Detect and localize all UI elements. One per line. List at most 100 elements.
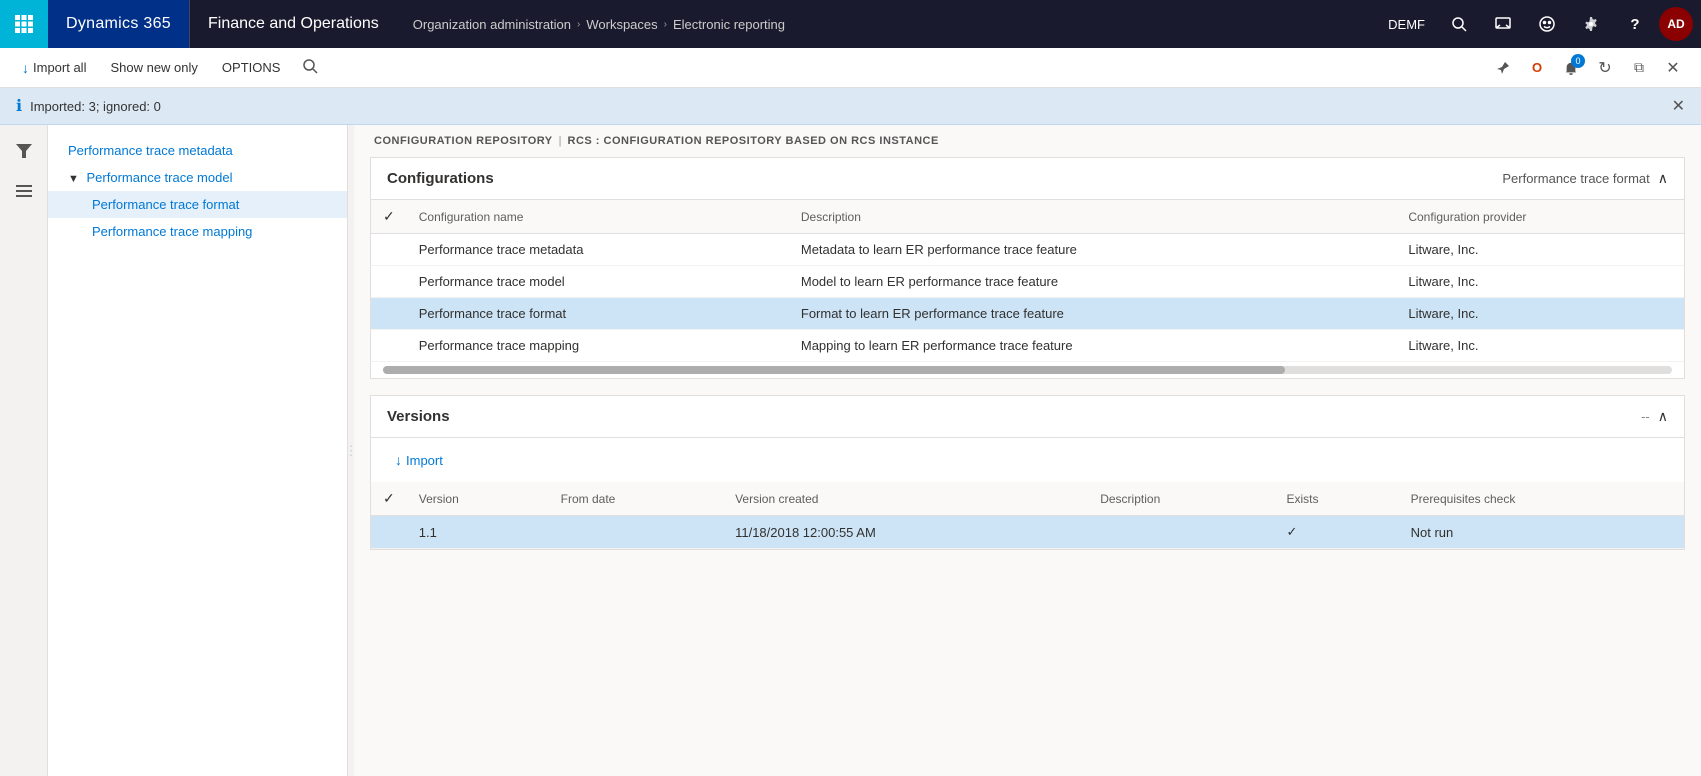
pin-icon[interactable]: [1487, 52, 1519, 84]
col-header-description[interactable]: Description: [789, 200, 1396, 234]
grid-icon[interactable]: [0, 0, 48, 48]
info-close-button[interactable]: ✕: [1672, 96, 1685, 116]
crumb-config-repo: CONFIGURATION REPOSITORY: [374, 135, 553, 147]
ver-col-header-prereq[interactable]: Prerequisites check: [1399, 482, 1684, 516]
horizontal-scrollbar[interactable]: [371, 362, 1684, 378]
row-check: [371, 330, 407, 362]
row-name: Performance trace format: [407, 298, 789, 330]
env-label: DEMF: [1378, 17, 1435, 32]
info-icon: ℹ: [16, 96, 22, 116]
ver-col-header-exists[interactable]: Exists: [1274, 482, 1398, 516]
left-icon-bar: [0, 125, 48, 776]
ver-row-from-date: [549, 516, 723, 549]
versions-card: Versions -- ∧ ↓ Import ✓ Version From da: [370, 395, 1685, 550]
options-button[interactable]: OPTIONS: [212, 56, 291, 79]
versions-card-title: Versions: [387, 408, 1641, 425]
versions-header-actions: -- ∧: [1641, 408, 1668, 425]
row-name: Performance trace metadata: [407, 234, 789, 266]
help-icon[interactable]: ?: [1615, 4, 1655, 44]
versions-dash: --: [1641, 409, 1650, 424]
table-row[interactable]: Performance trace format Format to learn…: [371, 298, 1684, 330]
ver-col-header-version[interactable]: Version: [407, 482, 549, 516]
tree-item-perf-trace-mapping[interactable]: Performance trace mapping: [48, 218, 347, 245]
breadcrumb: Organization administration › Workspaces…: [397, 17, 1378, 32]
tree-item-perf-trace-metadata[interactable]: Performance trace metadata: [48, 137, 347, 164]
tree-expand-icon: ▼: [68, 173, 79, 185]
row-check: [371, 266, 407, 298]
versions-toolbar: ↓ Import: [371, 438, 1684, 482]
tree-item-label: Performance trace model: [87, 170, 233, 185]
table-row[interactable]: Performance trace mapping Mapping to lea…: [371, 330, 1684, 362]
nav-right: DEMF ? AD: [1378, 4, 1701, 44]
show-new-only-button[interactable]: Show new only: [100, 56, 207, 79]
row-provider: Litware, Inc.: [1396, 330, 1684, 362]
versions-table: ✓ Version From date Version created Desc…: [371, 482, 1684, 549]
notification-bell[interactable]: 0: [1555, 52, 1587, 84]
window-icon[interactable]: ⧉: [1623, 52, 1655, 84]
row-name: Performance trace model: [407, 266, 789, 298]
ver-col-header-from-date[interactable]: From date: [549, 482, 723, 516]
ver-row-version-created: 11/18/2018 12:00:55 AM: [723, 516, 1088, 549]
row-description: Metadata to learn ER performance trace f…: [789, 234, 1396, 266]
search-icon[interactable]: [1439, 4, 1479, 44]
breadcrumb-workspaces[interactable]: Workspaces: [586, 17, 657, 32]
message-icon[interactable]: [1483, 4, 1523, 44]
ver-col-header-description[interactable]: Description: [1088, 482, 1274, 516]
action-right-icons: O 0 ↻ ⧉ ✕: [1487, 52, 1689, 84]
tree-item-label: Performance trace metadata: [68, 143, 233, 158]
tree-item-perf-trace-format[interactable]: Performance trace format: [48, 191, 347, 218]
table-row[interactable]: Performance trace metadata Metadata to l…: [371, 234, 1684, 266]
settings-icon[interactable]: [1571, 4, 1611, 44]
top-nav: Dynamics 365 Finance and Operations Orga…: [0, 0, 1701, 48]
close-icon[interactable]: ✕: [1657, 52, 1689, 84]
office-icon[interactable]: O: [1521, 52, 1553, 84]
configurations-collapse-button[interactable]: ∧: [1658, 170, 1668, 187]
content-breadcrumb: CONFIGURATION REPOSITORY | RCS : CONFIGU…: [354, 125, 1701, 157]
col-header-provider[interactable]: Configuration provider: [1396, 200, 1684, 234]
options-label: OPTIONS: [222, 60, 281, 75]
row-description: Format to learn ER performance trace fea…: [789, 298, 1396, 330]
breadcrumb-electronic-reporting[interactable]: Electronic reporting: [673, 17, 785, 32]
import-button[interactable]: ↓ Import: [387, 448, 451, 472]
info-banner: ℹ Imported: 3; ignored: 0 ✕: [0, 88, 1701, 125]
configurations-table-scroll: ✓ Configuration name Description Configu…: [371, 200, 1684, 378]
table-row[interactable]: 1.1 11/18/2018 12:00:55 AM ✓ Not run: [371, 516, 1684, 549]
configurations-selected-label: Performance trace format: [1502, 171, 1649, 186]
refresh-icon[interactable]: ↻: [1589, 52, 1621, 84]
versions-collapse-button[interactable]: ∧: [1658, 408, 1668, 425]
face-icon[interactable]: [1527, 4, 1567, 44]
show-new-only-label: Show new only: [110, 60, 197, 75]
import-all-icon: ↓: [22, 60, 29, 76]
ver-row-check: [371, 516, 407, 549]
app-name: Dynamics 365: [48, 0, 189, 48]
versions-card-header: Versions -- ∧: [371, 396, 1684, 438]
ver-col-header-check: ✓: [371, 482, 407, 516]
breadcrumb-chevron-2: ›: [664, 19, 667, 30]
hamburger-icon[interactable]: [6, 173, 42, 209]
configurations-card: Configurations Performance trace format …: [370, 157, 1685, 379]
table-row[interactable]: Performance trace model Model to learn E…: [371, 266, 1684, 298]
action-search-wrap: [302, 58, 318, 77]
row-check: [371, 298, 407, 330]
import-all-label: Import all: [33, 60, 86, 75]
crumb-sep: |: [559, 135, 562, 147]
ver-col-header-version-created[interactable]: Version created: [723, 482, 1088, 516]
info-message: Imported: 3; ignored: 0: [30, 99, 161, 114]
ver-row-description: [1088, 516, 1274, 549]
ver-row-version: 1.1: [407, 516, 549, 549]
import-icon: ↓: [395, 452, 402, 468]
crumb-rcs: RCS : CONFIGURATION REPOSITORY BASED ON …: [568, 135, 939, 147]
breadcrumb-org[interactable]: Organization administration: [413, 17, 571, 32]
action-bar: ↓ Import all Show new only OPTIONS O 0 ↻…: [0, 48, 1701, 88]
tree-item-perf-trace-model[interactable]: ▼ Performance trace model: [48, 164, 347, 191]
ver-row-exists: ✓: [1274, 516, 1398, 549]
import-all-button[interactable]: ↓ Import all: [12, 56, 96, 80]
ver-row-prereq: Not run: [1399, 516, 1684, 549]
filter-icon[interactable]: [6, 133, 42, 169]
action-search-icon[interactable]: [302, 58, 318, 74]
col-header-name[interactable]: Configuration name: [407, 200, 789, 234]
configurations-table: ✓ Configuration name Description Configu…: [371, 200, 1684, 362]
main-layout: Performance trace metadata ▼ Performance…: [0, 125, 1701, 776]
avatar[interactable]: AD: [1659, 7, 1693, 41]
row-provider: Litware, Inc.: [1396, 234, 1684, 266]
